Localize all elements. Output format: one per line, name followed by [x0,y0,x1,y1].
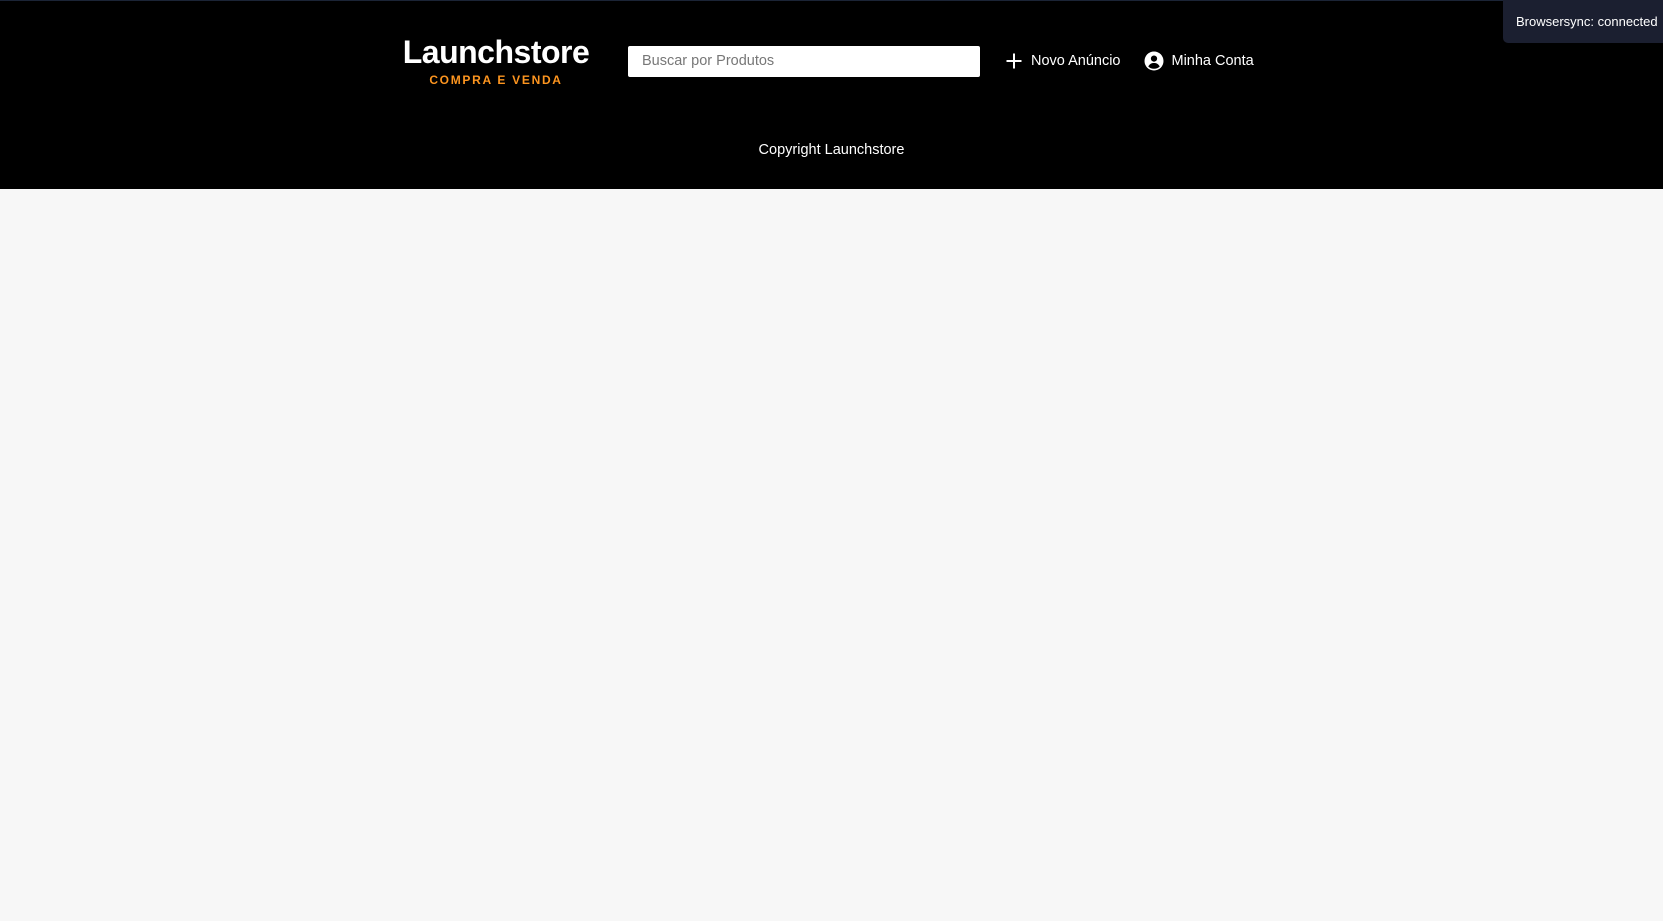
plus-icon [1004,51,1024,71]
header-content: Launchstore COMPRA E VENDA Novo Anúncio [403,35,1258,87]
browsersync-notification: Browsersync: connected [1503,0,1663,43]
logo-title: Launchstore [402,33,590,70]
logo-link[interactable]: Launchstore COMPRA E VENDA [403,36,590,87]
account-link[interactable]: Minha Conta [1144,51,1254,71]
copyright-text: Copyright Launchstore [758,142,905,158]
new-ad-link[interactable]: Novo Anúncio [1004,51,1120,71]
page: Launchstore COMPRA E VENDA Novo Anúncio [0,0,1663,921]
account-label: Minha Conta [1171,53,1254,69]
logo-tagline: COMPRA E VENDA [429,72,563,87]
header: Launchstore COMPRA E VENDA Novo Anúncio [0,0,1663,189]
account-circle-icon [1144,51,1164,71]
search-input[interactable] [628,45,980,77]
new-ad-label: Novo Anúncio [1031,53,1121,69]
